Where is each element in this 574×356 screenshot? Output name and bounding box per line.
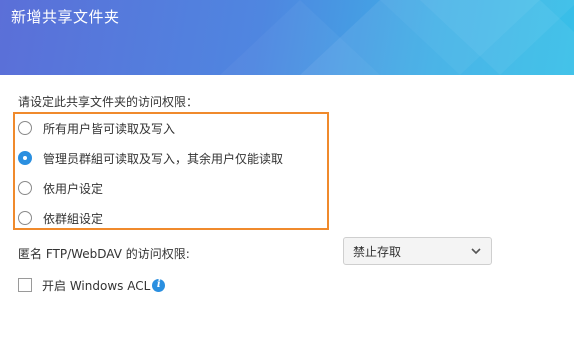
radio-button[interactable] — [18, 121, 32, 135]
radio-option-admin-read-write[interactable]: 管理员群組可读取及写入，其余用户仅能读取 — [18, 148, 283, 168]
radio-option-all-users-read-write[interactable]: 所有用户皆可读取及写入 — [18, 118, 175, 138]
dialog-header: 新增共享文件夹 — [0, 0, 574, 75]
radio-button[interactable] — [18, 181, 32, 195]
radio-button-selected[interactable] — [18, 151, 32, 165]
windows-acl-option[interactable]: 开启 Windows ACL i — [18, 276, 166, 294]
dialog-title: 新增共享文件夹 — [11, 8, 120, 26]
radio-label: 依用户设定 — [43, 181, 104, 196]
radio-label: 依群組设定 — [43, 211, 104, 226]
ftp-access-label: 匿名 FTP/WebDAV 的访问权限: — [18, 247, 190, 261]
radio-button[interactable] — [18, 211, 32, 225]
chevron-down-icon — [471, 247, 481, 254]
windows-acl-checkbox[interactable] — [18, 278, 32, 292]
radio-option-by-group[interactable]: 依群組设定 — [18, 208, 103, 228]
access-prompt: 请设定此共享文件夹的访问权限： — [18, 95, 199, 109]
info-icon[interactable]: i — [152, 278, 166, 292]
radio-label: 所有用户皆可读取及写入 — [43, 121, 176, 136]
windows-acl-label: 开启 Windows ACL — [42, 278, 151, 293]
radio-option-by-user[interactable]: 依用户设定 — [18, 178, 103, 198]
ftp-access-selected-value: 禁止存取 — [353, 244, 402, 259]
ftp-access-select[interactable]: 禁止存取 — [343, 237, 492, 265]
radio-label: 管理员群組可读取及写入，其余用户仅能读取 — [43, 151, 284, 166]
